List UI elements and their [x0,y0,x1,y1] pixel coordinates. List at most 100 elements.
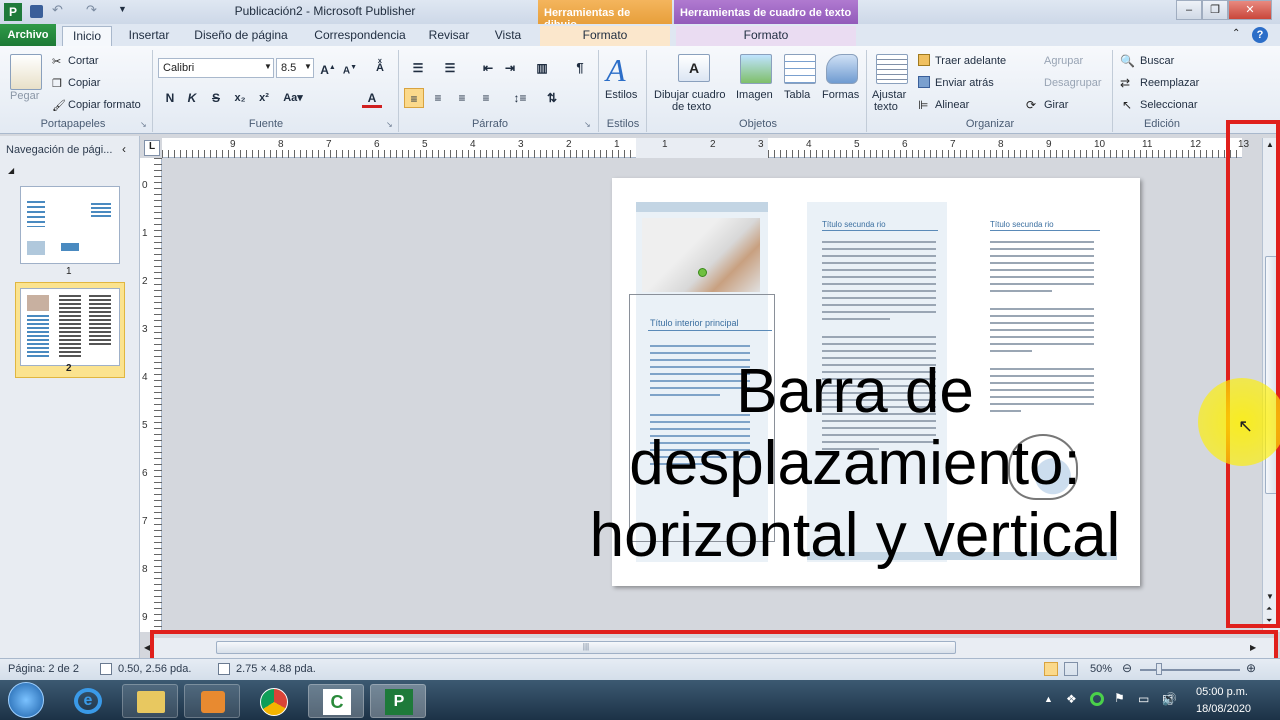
picture-button[interactable]: Imagen [736,89,773,101]
send-backward-button[interactable]: Enviar atrás [935,77,994,89]
zoom-slider[interactable] [1140,669,1240,671]
shapes-icon[interactable] [826,54,858,84]
tab-correspondencia[interactable]: Correspondencia [306,26,414,46]
page-thumbnail-2[interactable] [20,288,120,366]
expand-triangle-icon[interactable]: ◢ [8,166,14,175]
numbering-icon[interactable]: ☰ [440,58,460,78]
align-center-icon[interactable]: ≡ [428,88,448,108]
status-tray-icon[interactable] [1090,692,1104,706]
table-button[interactable]: Tabla [784,89,810,101]
dialog-launcher-icon[interactable]: ↘ [140,120,147,129]
internet-explorer-icon[interactable]: e [60,684,116,718]
tab-insertar[interactable]: Insertar [120,26,178,46]
volume-tray-icon[interactable]: 🔊 [1162,692,1177,706]
strikethrough-button[interactable]: S [206,88,226,108]
draw-textbox-button-line1[interactable]: Dibujar cuadro [654,89,726,101]
zoom-out-icon[interactable]: ⊖ [1122,661,1132,675]
camtasia-icon[interactable]: C [308,684,364,718]
bring-forward-button[interactable]: Traer adelante [935,55,1006,67]
align-left-icon[interactable]: ≡ [404,88,424,108]
collapse-pane-icon[interactable]: ‹ [122,142,126,156]
panel3-heading[interactable]: Título secunda rio [990,220,1054,229]
paragraph-spacing-icon[interactable]: ⇅ [542,88,562,108]
ribbon-minimize-icon[interactable]: ⌃ [1232,28,1240,39]
styles-button[interactable]: Estilos [605,89,637,101]
shapes-button[interactable]: Formas [822,89,859,101]
media-player-icon[interactable] [184,684,240,718]
increase-indent-icon[interactable]: ⇥ [500,58,520,78]
clock-time[interactable]: 05:00 p.m. [1196,686,1248,698]
tab-revisar[interactable]: Revisar [422,26,476,46]
decrease-indent-icon[interactable]: ⇤ [478,58,498,78]
wrap-text-icon[interactable] [876,54,908,84]
wrap-text-button-line1[interactable]: Ajustar [872,89,906,101]
file-explorer-icon[interactable] [122,684,178,718]
tab-vista[interactable]: Vista [484,26,532,46]
zoom-slider-thumb[interactable] [1156,663,1162,675]
font-color-icon[interactable]: A [362,88,382,108]
italic-button[interactable]: K [182,88,202,108]
help-icon[interactable]: ? [1252,27,1268,43]
single-page-view-icon[interactable] [1044,662,1058,676]
panel1-heading[interactable]: Título interior principal [650,318,739,328]
select-button[interactable]: Seleccionar [1140,99,1197,111]
bold-button[interactable]: N [160,88,180,108]
chrome-icon[interactable] [246,684,302,718]
publisher-taskbar-icon[interactable]: P [370,684,426,718]
minimize-button[interactable]: – [1176,0,1202,20]
align-button[interactable]: Alinear [935,99,969,111]
paste-button[interactable]: Pegar [10,90,39,102]
page-indicator[interactable]: Página: 2 de 2 [8,663,79,675]
flag-tray-icon[interactable]: ⚑ [1114,691,1125,705]
clear-format-icon[interactable]: Aͯ [370,58,390,78]
page-thumbnail-1[interactable] [20,186,120,264]
columns-icon[interactable]: ▥ [532,58,552,78]
panel2-heading[interactable]: Título secunda rio [822,220,886,229]
clock-date[interactable]: 18/08/2020 [1196,703,1251,715]
two-page-view-icon[interactable] [1064,662,1078,676]
font-name-combo[interactable]: Calibri [158,58,274,78]
tab-formato-texto[interactable]: Formato [676,26,856,46]
table-icon[interactable] [784,54,816,84]
copy-button[interactable]: Copiar [68,77,100,89]
wrap-text-button-line2[interactable]: texto [874,101,898,113]
draw-textbox-button-line2[interactable]: de texto [672,101,711,113]
subscript-icon[interactable]: x₂ [230,88,250,108]
chevron-down-icon[interactable]: ▼ [264,62,272,71]
display-tray-icon[interactable]: ▭ [1138,692,1149,706]
line-spacing-icon[interactable]: ↕≡ [510,88,530,108]
format-painter-button[interactable]: Copiar formato [68,99,141,111]
restore-button[interactable]: ❐ [1202,0,1228,20]
picture-icon[interactable] [740,54,772,84]
superscript-icon[interactable]: x² [254,88,274,108]
close-button[interactable]: ✕ [1228,0,1272,20]
dialog-launcher-icon[interactable]: ↘ [386,120,393,129]
draw-textbox-icon[interactable]: A [678,54,710,82]
chevron-down-icon[interactable]: ▼ [304,62,312,71]
justify-icon[interactable]: ≡ [476,88,496,108]
tab-inicio[interactable]: Inicio [62,26,112,46]
dialog-launcher-icon[interactable]: ↘ [584,120,591,129]
keyboard-photo[interactable] [642,218,760,292]
grow-font-icon[interactable]: A▲ [318,58,338,78]
cut-button[interactable]: Cortar [68,55,99,67]
horizontal-ruler[interactable]: 9 8 7 6 5 4 3 2 1 1 2 3 4 5 6 7 8 9 10 11 12 13 [162,138,1249,158]
tray-expand-icon[interactable]: ▲ [1044,694,1053,704]
bullets-icon[interactable]: ☰ [408,58,428,78]
rotate-button[interactable]: Girar [1044,99,1068,111]
change-case-icon[interactable]: Aa▾ [280,88,306,108]
rotation-handle[interactable] [698,268,707,277]
styles-icon[interactable]: A [606,52,626,89]
dropbox-tray-icon[interactable]: ❖ [1066,692,1077,706]
zoom-level[interactable]: 50% [1090,663,1112,675]
find-button[interactable]: Buscar [1140,55,1174,67]
tab-formato-dibujo[interactable]: Formato [540,26,670,46]
tab-archivo[interactable]: Archivo [0,24,56,46]
align-right-icon[interactable]: ≡ [452,88,472,108]
vertical-ruler[interactable]: 0 1 2 3 4 5 6 7 8 9 [140,158,162,632]
tab-diseno[interactable]: Diseño de página [186,26,296,46]
replace-button[interactable]: Reemplazar [1140,77,1199,89]
group-button[interactable]: Agrupar [1044,55,1083,67]
paste-icon[interactable] [10,54,42,90]
ruler-corner-tab-selector[interactable]: L [144,140,160,156]
